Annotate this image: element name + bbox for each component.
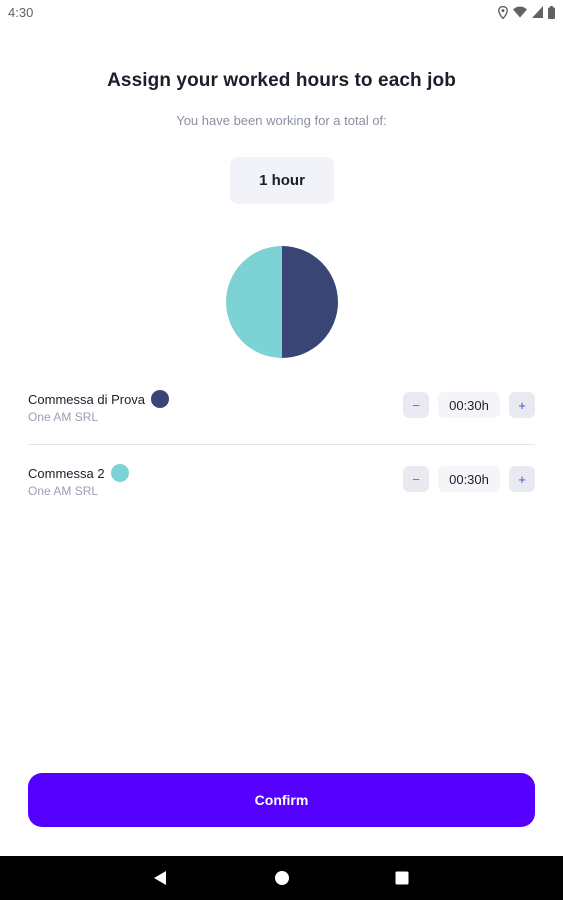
increase-button[interactable]: + xyxy=(509,466,535,492)
wifi-icon xyxy=(513,6,527,18)
job-time-value: 00:30h xyxy=(438,466,500,492)
increase-button[interactable]: + xyxy=(509,392,535,418)
total-hours-value: 1 hour xyxy=(259,172,305,189)
screen: 4:30 Assign your worked hours to each jo… xyxy=(0,0,563,900)
location-icon xyxy=(498,5,508,19)
status-icons xyxy=(498,5,555,19)
divider xyxy=(28,444,535,445)
status-bar: 4:30 xyxy=(0,0,563,24)
confirm-label: Confirm xyxy=(254,792,309,808)
job-row: Commessa 2 One AM SRL − 00:30h + xyxy=(28,458,535,508)
pie-slice xyxy=(282,246,338,358)
total-hours-badge: 1 hour xyxy=(230,157,334,204)
job-name: Commessa 2 xyxy=(28,465,105,481)
hours-pie-chart xyxy=(226,246,338,358)
page-subtitle: You have been working for a total of: xyxy=(176,113,387,128)
decrease-button[interactable]: − xyxy=(403,392,429,418)
page-title: Assign your worked hours to each job xyxy=(107,70,456,91)
recents-icon[interactable] xyxy=(394,870,410,886)
back-icon[interactable] xyxy=(152,870,168,886)
confirm-button[interactable]: Confirm xyxy=(28,773,535,827)
job-name-line: Commessa di Prova xyxy=(28,390,170,408)
battery-icon xyxy=(548,5,555,19)
home-icon[interactable] xyxy=(274,870,290,886)
navigation-bar xyxy=(0,856,563,900)
decrease-button[interactable]: − xyxy=(403,466,429,492)
job-company: One AM SRL xyxy=(28,410,99,424)
signal-icon xyxy=(532,6,543,18)
job-color-dot xyxy=(151,390,170,408)
job-time-value: 00:30h xyxy=(438,392,500,418)
status-time: 4:30 xyxy=(8,4,34,20)
job-color-dot xyxy=(110,464,129,482)
job-row: Commessa di Prova One AM SRL − 00:30h + xyxy=(28,384,535,434)
job-name-line: Commessa 2 xyxy=(28,464,129,482)
pie-slice xyxy=(226,246,282,358)
job-name: Commessa di Prova xyxy=(28,391,146,407)
job-company: One AM SRL xyxy=(28,484,99,498)
time-stepper: − 00:30h + xyxy=(403,466,535,492)
time-stepper: − 00:30h + xyxy=(403,392,535,418)
